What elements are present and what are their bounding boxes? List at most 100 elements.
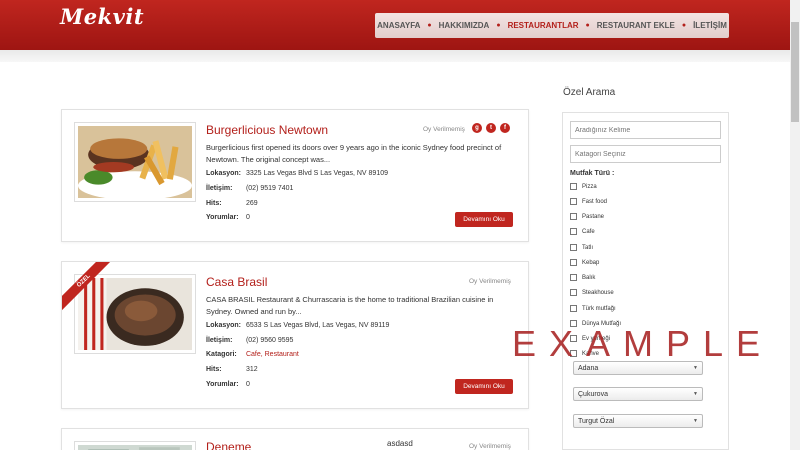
field-label: Yorumlar:: [206, 214, 239, 221]
checkbox-box[interactable]: [570, 305, 577, 312]
category-input[interactable]: [570, 145, 721, 163]
restaurant-card: Burgerlicious Newtown Oy Verilmemiş g t …: [61, 109, 529, 242]
restaurant-description: CASA BRASIL Restaurant & Churrascaria is…: [206, 295, 494, 316]
site-header: Mekvit ANASAYFA ● HAKKIMIZDA ● RESTAURAN…: [0, 0, 790, 50]
cuisine-checkbox[interactable]: Türk mutfağı: [570, 305, 616, 312]
checkbox-box[interactable]: [570, 213, 577, 220]
restaurant-title[interactable]: Casa Brasil: [206, 275, 267, 289]
checkbox-label: Steakhouse: [582, 289, 614, 296]
checkbox-label: Pizza: [582, 183, 597, 190]
category-link[interactable]: Cafe, Restaurant: [246, 351, 299, 358]
burger-photo-icon: [78, 126, 192, 201]
field-label: Yorumlar:: [206, 381, 239, 388]
checkbox-box[interactable]: [570, 289, 577, 296]
rating-text: Oy Verilmemiş: [423, 126, 465, 133]
field-row: Yorumlar: 0: [206, 214, 250, 221]
read-more-button[interactable]: Devamını Oku: [455, 212, 513, 227]
main-nav: ANASAYFA ● HAKKIMIZDA ● RESTAURANTLAR ● …: [375, 13, 729, 38]
neighborhood-select[interactable]: Turgut Özal ▼: [573, 414, 703, 428]
nav-home[interactable]: ANASAYFA: [375, 21, 422, 30]
field-label: Lokasyon:: [206, 322, 242, 329]
checkbox-box[interactable]: [570, 244, 577, 251]
cuisine-checkbox[interactable]: Tatlı: [570, 244, 593, 251]
checkbox-box[interactable]: [570, 259, 577, 266]
nav-separator: ●: [585, 22, 590, 29]
field-row: Hits: 312: [206, 366, 258, 373]
select-value: Adana: [578, 364, 599, 372]
restaurant-note: asdasd: [387, 439, 413, 448]
restaurant-image[interactable]: [74, 122, 196, 202]
checkbox-label: Fast food: [582, 198, 608, 205]
watermark-text: EXAMPLE: [512, 323, 774, 364]
checkbox-label: Cafe: [582, 228, 595, 235]
restaurant-title[interactable]: Burgerlicious Newtown: [206, 123, 328, 137]
cuisine-checkbox[interactable]: Cafe: [570, 228, 595, 235]
sidebar-title: Özel Arama: [563, 87, 616, 98]
field-label: Hits:: [206, 366, 222, 373]
cuisine-label: Mutfak Türü :: [570, 170, 615, 177]
nav-separator: ●: [427, 22, 432, 29]
nav-contact[interactable]: İLETİŞİM: [691, 21, 729, 30]
page-scrollbar[interactable]: [790, 0, 800, 450]
checkbox-box[interactable]: [570, 228, 577, 235]
district-select[interactable]: Çukurova ▼: [573, 387, 703, 401]
field-value: (02) 9519 7401: [245, 185, 294, 192]
site-logo[interactable]: Mekvit: [60, 4, 144, 29]
restaurant-photo-icon: [78, 445, 192, 450]
field-label: Katagori:: [206, 351, 237, 358]
field-value: 0: [245, 214, 250, 221]
facebook-icon[interactable]: f: [500, 123, 510, 133]
nav-about[interactable]: HAKKIMIZDA: [437, 21, 492, 30]
field-label: Hits:: [206, 200, 222, 207]
cuisine-checkbox[interactable]: Pizza: [570, 183, 597, 190]
checkbox-box[interactable]: [570, 183, 577, 190]
cuisine-checkbox[interactable]: Kebap: [570, 259, 599, 266]
field-row: İletişim: (02) 9519 7401: [206, 185, 293, 192]
checkbox-box[interactable]: [570, 274, 577, 281]
header-shadow: [0, 50, 790, 62]
restaurant-image[interactable]: [74, 441, 196, 450]
keyword-input[interactable]: [570, 121, 721, 139]
checkbox-label: Pastane: [582, 213, 605, 220]
nav-restaurants[interactable]: RESTAURANTLAR: [506, 21, 581, 30]
select-value: Turgut Özal: [578, 417, 615, 425]
checkbox-box[interactable]: [570, 198, 577, 205]
rating-text: Oy Verilmemiş: [469, 443, 511, 450]
special-ribbon-label: ÖZEL: [62, 262, 112, 312]
restaurant-title[interactable]: Deneme: [206, 440, 251, 450]
cuisine-checkbox[interactable]: Pastane: [570, 213, 604, 220]
field-value: 269: [245, 200, 258, 207]
checkbox-label: Türk mutfağı: [582, 305, 616, 312]
field-row: Hits: 269: [206, 200, 258, 207]
twitter-icon[interactable]: t: [486, 123, 496, 133]
restaurant-card: ÖZEL Casa Brasil Oy Verilmemiş CASA BRAS…: [61, 261, 529, 409]
chevron-down-icon: ▼: [693, 418, 698, 424]
field-label: Lokasyon:: [206, 170, 242, 177]
special-ribbon: ÖZEL: [62, 262, 112, 312]
select-value: Çukurova: [578, 390, 608, 398]
cuisine-checkbox[interactable]: Fast food: [570, 198, 607, 205]
field-row: İletişim: (02) 9560 9595: [206, 337, 293, 344]
google-plus-icon[interactable]: g: [472, 123, 482, 133]
cuisine-checkbox[interactable]: Balık: [570, 274, 595, 281]
cuisine-checkbox[interactable]: Steakhouse: [570, 289, 614, 296]
scrollbar-thumb[interactable]: [791, 22, 799, 122]
chevron-down-icon: ▼: [693, 391, 698, 397]
field-value: 312: [245, 366, 258, 373]
checkbox-label: Tatlı: [582, 244, 594, 251]
read-more-button[interactable]: Devamını Oku: [455, 379, 513, 394]
field-row: Katagori: Cafe, Restaurant: [206, 351, 299, 358]
rating-text: Oy Verilmemiş: [469, 278, 511, 285]
field-value: 3325 Las Vegas Blvd S Las Vegas, NV 8910…: [245, 170, 389, 177]
field-row: Yorumlar: 0: [206, 381, 250, 388]
restaurant-description: Burgerlicious first opened its doors ove…: [206, 143, 502, 164]
field-value: (02) 9560 9595: [245, 337, 294, 344]
field-row: Lokasyon: 3325 Las Vegas Blvd S Las Vega…: [206, 170, 388, 177]
nav-add-restaurant[interactable]: RESTAURANT EKLE: [595, 21, 677, 30]
field-label: İletişim:: [206, 337, 233, 344]
checkbox-label: Balık: [582, 274, 596, 281]
field-label: İletişim:: [206, 185, 233, 192]
field-value: 0: [245, 381, 250, 388]
nav-separator: ●: [681, 22, 687, 29]
field-value: 6533 S Las Vegas Blvd, Las Vegas, NV 891…: [245, 322, 390, 329]
